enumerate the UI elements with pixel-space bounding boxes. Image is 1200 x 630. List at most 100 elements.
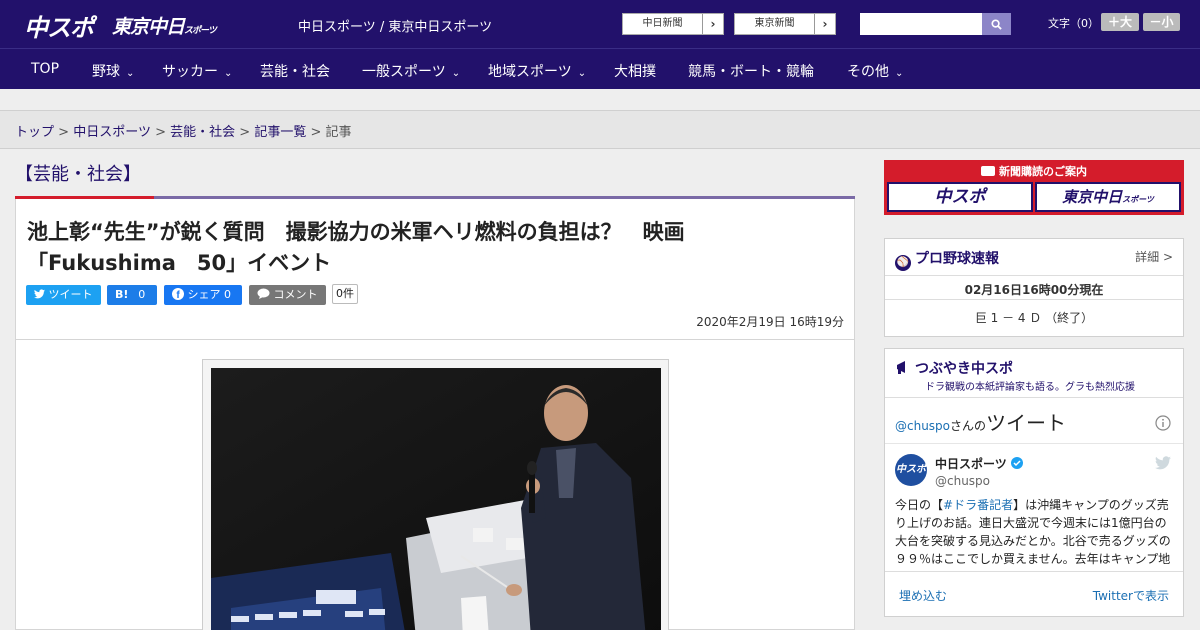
tweets-subtitle: ドラ観戦の本紙評論家も語る。グラも熱烈応援 — [925, 382, 1135, 393]
nav-label: TOP — [31, 61, 60, 77]
hatena-count: 0 — [138, 288, 146, 301]
speaker-photo-illustration — [211, 368, 661, 630]
panel-divider — [885, 443, 1183, 444]
comment-count: 0件 — [332, 284, 358, 304]
account-avatar[interactable]: 中スポ — [895, 454, 927, 486]
article-header: 池上彰“先生”が鋭く質問 撮影協力の米軍ヘリ燃料の負担は？ 映画 「Fukush… — [15, 199, 855, 340]
breadcrumb-top[interactable]: トップ — [15, 125, 54, 140]
nav-entertainment[interactable]: 芸能・社会 — [260, 61, 330, 81]
breadcrumb-article-list[interactable]: 記事一覧 — [254, 125, 306, 140]
facebook-count: 0 — [224, 288, 231, 301]
nav-sumo[interactable]: 大相撲 — [614, 61, 656, 81]
photo-frame — [202, 359, 669, 630]
breadcrumb-separator: > — [310, 125, 322, 140]
search-input[interactable] — [860, 13, 982, 35]
tweet-word: ツイート — [986, 411, 1067, 435]
nav-soccer[interactable]: サッカー ⌄ — [162, 61, 232, 81]
article-photo[interactable] — [211, 368, 661, 630]
article-headline: 池上彰“先生”が鋭く質問 撮影協力の米軍ヘリ燃料の負担は？ 映画 「Fukush… — [27, 217, 847, 279]
chunichi-shimbun-link[interactable]: 中日新聞 › — [622, 13, 724, 35]
baseball-icon: ⚾ — [895, 255, 911, 271]
chuspo-logo[interactable]: 中スポ — [24, 8, 94, 43]
nav-racing[interactable]: 競馬・ボート・競輪 — [688, 61, 814, 81]
info-icon[interactable] — [1155, 415, 1171, 431]
nav-top[interactable]: TOP — [31, 61, 59, 77]
tweet-label: ツイート — [48, 288, 93, 301]
breadcrumb-separator: > — [239, 125, 251, 140]
breadcrumb-bar: トップ > 中日スポーツ > 芸能・社会 > 記事一覧 > 記事 — [0, 111, 1200, 149]
tweet-hashtag[interactable]: #ドラ番記者 — [943, 498, 1013, 512]
nav-baseball[interactable]: 野球 ⌄ — [92, 61, 134, 81]
view-on-twitter-link[interactable]: Twitterで表示 — [1093, 587, 1169, 604]
account-name[interactable]: 中日スポーツ — [935, 455, 1023, 472]
nav-label: その他 — [847, 64, 889, 80]
baseball-update-time: 02月16日16時00分現在 — [964, 283, 1104, 297]
tokyo-logo-text: 東京中日 — [112, 16, 185, 38]
tweet-body-pre: 今日の【 — [895, 498, 944, 512]
tweet-timeline-header: @chuspoさんのツイート — [895, 407, 1066, 436]
panel-divider — [885, 299, 1183, 300]
site-header: 中スポ 東京中日スポーツ 中日スポーツ / 東京中日スポーツ 中日新聞 › 東京… — [0, 0, 1200, 48]
article-datetime: 2020年2月19日 16時19分 — [696, 315, 844, 329]
hatena-bookmark-button[interactable]: B! 0 — [107, 285, 157, 305]
font-size-down-button[interactable]: －小 — [1143, 13, 1180, 31]
breadcrumb-entertainment[interactable]: 芸能・社会 — [170, 125, 235, 140]
chevron-down-icon: ⌄ — [577, 68, 587, 79]
facebook-icon: f — [172, 288, 184, 301]
nav-local-sports[interactable]: 地域スポーツ ⌄ — [488, 61, 586, 81]
breadcrumb-separator: > — [155, 125, 166, 140]
breadcrumb: トップ > 中日スポーツ > 芸能・社会 > 記事一覧 > 記事 — [15, 121, 352, 140]
subscription-ad[interactable]: 新聞購読のご案内 中スポ 東京中日スポーツ — [884, 160, 1184, 215]
search-icon — [991, 18, 1002, 30]
facebook-share-button[interactable]: f シェア 0 — [164, 285, 242, 305]
breadcrumb-current: 記事 — [325, 125, 352, 140]
account-handle[interactable]: @chuspo — [935, 474, 990, 488]
ad-chuspo-logo[interactable]: 中スポ — [887, 182, 1033, 212]
comment-label: コメント — [273, 288, 318, 301]
baseball-detail-link[interactable]: 詳細 > — [1135, 248, 1173, 265]
hatena-label: B! — [115, 288, 129, 301]
chevron-down-icon: ⌄ — [451, 68, 461, 79]
subscription-ad-label: 新聞購読のご案内 — [999, 165, 1087, 178]
ad-tokyo-chunichi-logo[interactable]: 東京中日スポーツ — [1035, 182, 1181, 212]
tokyo-shimbun-link[interactable]: 東京新聞 › — [734, 13, 836, 35]
tweets-panel-title: つぶやき中スポ — [895, 358, 1013, 378]
tweet-button[interactable]: ツイート — [26, 285, 101, 305]
nav-general-sports[interactable]: 一般スポーツ ⌄ — [362, 61, 460, 81]
baseball-score[interactable]: 巨 1 － 4 Ｄ （終了） — [885, 309, 1183, 326]
panel-divider — [885, 571, 1183, 572]
tweet-handle-suffix: さんの — [950, 419, 987, 433]
embed-link[interactable]: 埋め込む — [899, 587, 947, 604]
chevron-right-icon: › — [710, 17, 716, 31]
tokyo-chunichi-logo[interactable]: 東京中日スポーツ — [112, 12, 217, 39]
nav-label: 地域スポーツ — [488, 64, 572, 80]
nav-label: 芸能・社会 — [260, 64, 330, 80]
article-photo-area — [15, 340, 855, 630]
chevron-down-icon: ⌄ — [126, 68, 135, 79]
panel-divider — [885, 397, 1183, 398]
facebook-label: シェア — [187, 288, 221, 301]
tokyo-logo-small: スポーツ — [184, 26, 217, 36]
tweet-handle-link[interactable]: @chuspo — [895, 419, 950, 433]
breadcrumb-separator: > — [58, 125, 70, 140]
font-size-up-button[interactable]: ＋大 — [1101, 13, 1139, 31]
baseball-panel-title: ⚾ プロ野球速報 — [895, 248, 999, 271]
sub-band — [0, 89, 1200, 111]
headline-line-1: 池上彰“先生”が鋭く質問 撮影協力の米軍ヘリ燃料の負担は？ 映画 — [27, 220, 685, 244]
nav-label: 一般スポーツ — [362, 64, 446, 80]
breadcrumb-chunichi-sports[interactable]: 中日スポーツ — [73, 125, 151, 140]
chevron-down-icon: ⌄ — [224, 68, 233, 79]
nav-label: サッカー — [162, 64, 218, 80]
nav-others[interactable]: その他 ⌄ — [847, 61, 903, 81]
panel-divider — [885, 275, 1183, 276]
ad-tokyo-logo-text: 東京中日 — [1062, 188, 1123, 206]
search-button[interactable] — [982, 13, 1011, 35]
comment-button[interactable]: コメント — [249, 285, 326, 305]
headline-line-2: 「Fukushima 50」イベント — [27, 251, 332, 275]
subscription-ad-title: 新聞購読のご案内 — [884, 163, 1184, 179]
chevron-down-icon: ⌄ — [895, 68, 904, 79]
twitter-bird-icon[interactable] — [1155, 456, 1171, 470]
tweet-body: 今日の【#ドラ番記者】は沖縄キャンプのグッズ売り上げのお話。連日大盛況で今週末に… — [895, 496, 1175, 570]
site-links[interactable]: 中日スポーツ / 東京中日スポーツ — [298, 16, 492, 35]
chunichi-shimbun-label: 中日新聞 — [623, 14, 703, 34]
